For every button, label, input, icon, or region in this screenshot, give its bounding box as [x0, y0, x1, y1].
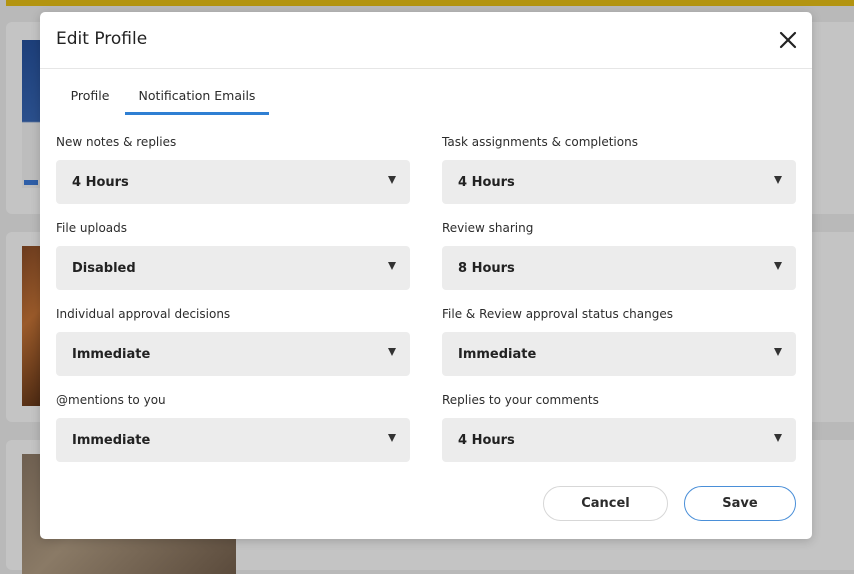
select-value: Immediate [72, 432, 151, 448]
field-label: @mentions to you [56, 393, 166, 407]
caret-down-icon [388, 348, 396, 356]
file-uploads-select[interactable]: Disabled [56, 246, 410, 290]
close-icon [779, 31, 797, 49]
close-button[interactable] [776, 28, 800, 52]
background-thumbnail [22, 40, 42, 188]
tab-profile[interactable]: Profile [56, 78, 124, 112]
comment-replies-select[interactable]: 4 Hours [442, 418, 796, 462]
field-label: Task assignments & completions [442, 135, 638, 149]
select-value: Disabled [72, 260, 136, 276]
background-thumbnail [22, 246, 42, 406]
task-assignments-select[interactable]: 4 Hours [442, 160, 796, 204]
field-label: Review sharing [442, 221, 534, 235]
mentions-select[interactable]: Immediate [56, 418, 410, 462]
caret-down-icon [774, 434, 782, 442]
approval-status-select[interactable]: Immediate [442, 332, 796, 376]
field-label: File uploads [56, 221, 128, 235]
select-value: 4 Hours [458, 174, 515, 190]
caret-down-icon [774, 262, 782, 270]
caret-down-icon [774, 348, 782, 356]
field-label: Individual approval decisions [56, 307, 231, 321]
modal-header: Edit Profile [40, 12, 812, 69]
cancel-button[interactable]: Cancel [543, 486, 668, 521]
tab-notification-emails[interactable]: Notification Emails [125, 78, 269, 115]
select-value: 4 Hours [72, 174, 129, 190]
select-value: Immediate [458, 346, 537, 362]
approval-decisions-select[interactable]: Immediate [56, 332, 410, 376]
new-notes-select[interactable]: 4 Hours [56, 160, 410, 204]
select-value: Immediate [72, 346, 151, 362]
field-label: File & Review approval status changes [442, 307, 673, 321]
caret-down-icon [388, 434, 396, 442]
select-value: 8 Hours [458, 260, 515, 276]
field-label: Replies to your comments [442, 393, 599, 407]
modal-title: Edit Profile [56, 29, 148, 49]
save-button[interactable]: Save [684, 486, 796, 521]
caret-down-icon [774, 176, 782, 184]
review-sharing-select[interactable]: 8 Hours [442, 246, 796, 290]
select-value: 4 Hours [458, 432, 515, 448]
field-label: New notes & replies [56, 135, 177, 149]
caret-down-icon [388, 176, 396, 184]
edit-profile-modal: Edit Profile Profile Notification Emails… [40, 12, 812, 539]
background-top-bar [6, 0, 854, 6]
caret-down-icon [388, 262, 396, 270]
